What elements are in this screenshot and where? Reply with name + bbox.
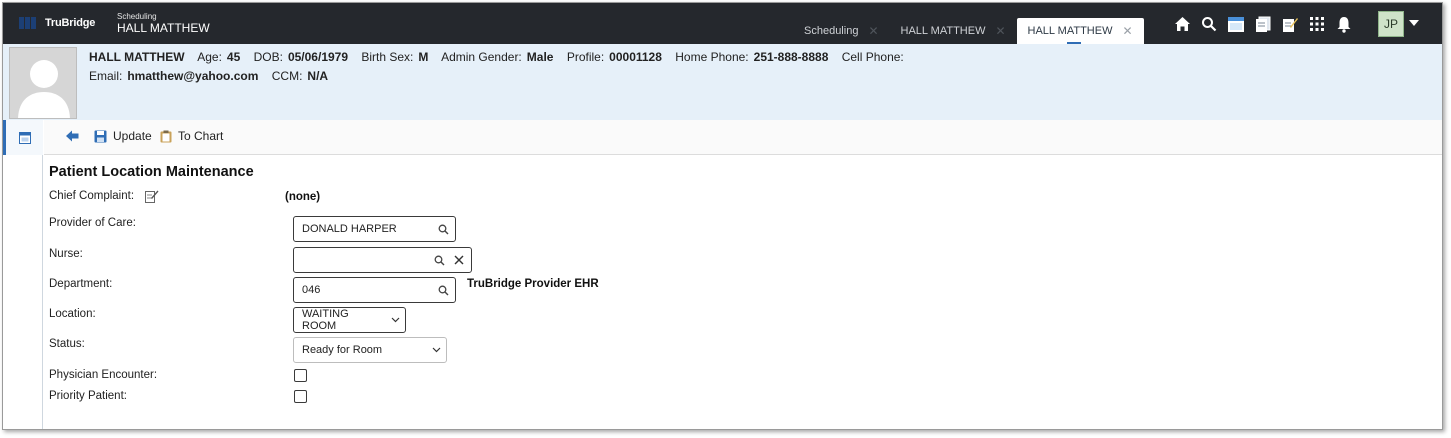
tab-label: Scheduling	[804, 25, 859, 37]
home-phone-value: 251-888-8888	[753, 50, 829, 64]
left-rail	[3, 120, 43, 429]
ccm-label: CCM:	[271, 69, 303, 83]
provider-of-care-field[interactable]: DONALD HARPER	[293, 216, 456, 242]
chevron-down-icon[interactable]	[1409, 20, 1419, 26]
close-icon[interactable]: ✕	[868, 24, 878, 38]
chevron-down-icon	[426, 347, 446, 353]
module-label: Scheduling	[117, 12, 157, 21]
department-field[interactable]: 046	[293, 277, 456, 303]
module-header: Scheduling HALL MATTHEW	[117, 12, 210, 35]
patient-demographics-row: HALL MATTHEW Age: 45 DOB: 05/06/1979 Birth…	[89, 50, 919, 64]
user-avatar-button[interactable]: JP	[1378, 11, 1404, 37]
back-arrow-icon	[66, 130, 79, 142]
patient-photo	[9, 47, 77, 119]
clear-icon[interactable]	[451, 255, 467, 265]
admin-gender-label: Admin Gender:	[441, 50, 522, 64]
provider-label: Provider of Care:	[49, 217, 136, 229]
physician-encounter-checkbox[interactable]	[294, 369, 307, 382]
email-value: hmatthew@yahoo.com	[127, 69, 259, 83]
close-icon[interactable]: ✕	[995, 24, 1005, 38]
brand-name: TruBridge	[45, 17, 96, 29]
update-label: Update	[113, 129, 152, 143]
admin-gender-value: Male	[526, 50, 554, 64]
calendar-icon[interactable]	[1225, 13, 1247, 35]
email-label: Email:	[89, 69, 123, 83]
birth-sex-value: M	[418, 50, 429, 64]
profile-value: 00001128	[609, 50, 662, 64]
search-icon[interactable]	[435, 224, 451, 235]
patient-contact-row: Email: hmatthew@yahoo.com CCM: N/A	[89, 69, 338, 83]
chief-complaint-label-text: Chief Complaint:	[49, 190, 135, 202]
tab-label: HALL MATTHEW	[1027, 25, 1113, 37]
department-value: 046	[302, 284, 321, 296]
location-label: Location:	[49, 308, 96, 320]
to-chart-button[interactable]: To Chart	[160, 129, 223, 143]
close-icon[interactable]: ✕	[1122, 24, 1132, 38]
tab-scheduling[interactable]: Scheduling ✕	[793, 18, 890, 44]
provider-of-care-value: DONALD HARPER	[302, 223, 397, 235]
person-silhouette-icon	[10, 48, 76, 118]
profile-label: Profile:	[566, 50, 605, 64]
age-value: 45	[226, 50, 241, 64]
edit-note-icon[interactable]	[145, 189, 159, 203]
chief-complaint-value: (none)	[285, 191, 321, 203]
department-label: Department:	[49, 278, 113, 290]
documents-icon[interactable]	[1252, 13, 1274, 35]
save-icon	[94, 130, 107, 142]
brand-logo-icon	[19, 17, 41, 29]
update-button[interactable]: Update	[94, 129, 152, 143]
status-value: Ready for Room	[302, 344, 383, 356]
ccm-value: N/A	[307, 69, 329, 83]
apps-grid-icon[interactable]	[1306, 13, 1328, 35]
back-button[interactable]	[66, 130, 79, 142]
search-icon[interactable]	[435, 285, 451, 296]
search-icon[interactable]	[1198, 13, 1220, 35]
to-chart-label: To Chart	[178, 129, 224, 143]
home-icon[interactable]	[1171, 13, 1193, 35]
calendar-icon	[18, 131, 31, 144]
dob-value: 05/06/1979	[287, 50, 349, 64]
patient-banner: HALL MATTHEW Age: 45 DOB: 05/06/1979 Birth…	[3, 44, 1442, 120]
clipboard-icon	[160, 130, 172, 142]
chevron-down-icon	[385, 317, 405, 323]
priority-patient-checkbox[interactable]	[294, 390, 307, 403]
priority-patient-label: Priority Patient:	[49, 390, 127, 402]
birth-sex-label: Birth Sex:	[361, 50, 414, 64]
action-toolbar: Update To Chart	[44, 120, 1442, 155]
tab-label: HALL MATTHEW	[900, 25, 986, 37]
dob-label: DOB:	[253, 50, 283, 64]
status-select[interactable]: Ready for Room	[293, 337, 447, 363]
nurse-field[interactable]	[293, 247, 472, 273]
app-window: TruBridge Scheduling HALL MATTHEW Schedu…	[2, 2, 1443, 430]
bell-icon[interactable]	[1333, 13, 1355, 35]
tab-patient-2[interactable]: HALL MATTHEW ✕	[1016, 18, 1144, 44]
location-value: WAITING ROOM	[302, 308, 349, 332]
status-label: Status:	[49, 338, 85, 350]
nurse-label: Nurse:	[49, 248, 83, 260]
age-label: Age:	[197, 50, 222, 64]
module-title: HALL MATTHEW	[117, 21, 210, 35]
note-edit-icon[interactable]	[1279, 13, 1301, 35]
home-phone-label: Home Phone:	[675, 50, 749, 64]
tab-patient-1[interactable]: HALL MATTHEW ✕	[890, 18, 1017, 44]
department-name: TruBridge Provider EHR	[467, 278, 599, 290]
toolbar-icons	[1171, 13, 1360, 35]
rail-item-schedule[interactable]	[3, 120, 43, 155]
tab-strip: Scheduling ✕ HALL MATTHEW ✕ HALL MATTHEW…	[793, 18, 1144, 44]
chief-complaint-label: Chief Complaint:	[49, 190, 134, 202]
physician-encounter-label: Physician Encounter:	[49, 369, 158, 381]
patient-name: HALL MATTHEW	[89, 50, 185, 64]
search-icon[interactable]	[431, 255, 447, 266]
cell-phone-label: Cell Phone:	[841, 50, 904, 64]
page-title: Patient Location Maintenance	[49, 164, 254, 180]
location-select[interactable]: WAITING ROOM	[293, 307, 406, 333]
top-bar: TruBridge Scheduling HALL MATTHEW Schedu…	[3, 3, 1442, 44]
